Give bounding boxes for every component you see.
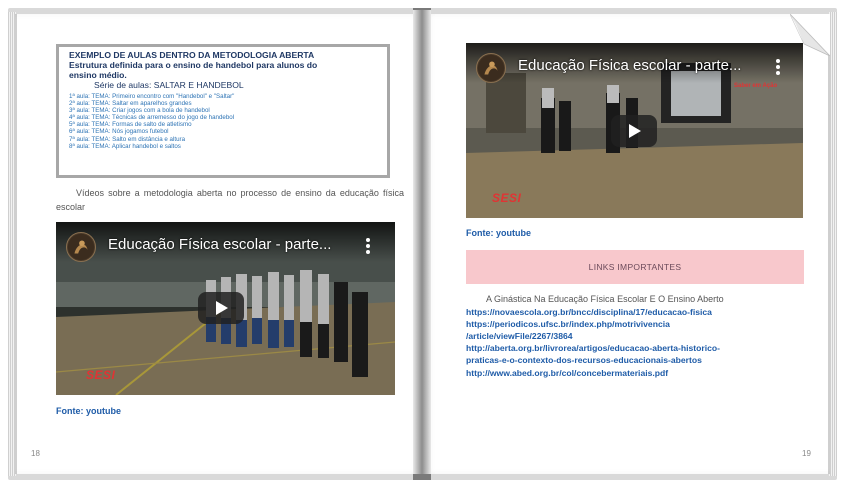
- source-caption-right: Fonte: youtube: [466, 228, 531, 238]
- youtube-video-embed-left[interactable]: Educação Física escolar - parte... SESI: [56, 222, 395, 395]
- links-section: A Ginástica Na Educação Física Escolar E…: [466, 293, 806, 379]
- play-icon: [629, 124, 641, 138]
- play-button[interactable]: [611, 115, 657, 147]
- sesi-logo: SESI: [492, 191, 522, 205]
- lesson-item: 3ª aula: TEMA: Criar jogos com a bola de…: [69, 107, 210, 115]
- more-vertical-icon[interactable]: [773, 57, 783, 77]
- method-box-title: EXEMPLO DE AULAS DENTRO DA METODOLOGIA A…: [69, 50, 315, 60]
- method-box-subtitle-line2: ensino médio.: [69, 70, 127, 80]
- reference-link[interactable]: http://www.abed.org.br/col/concebermater…: [466, 367, 806, 379]
- page-number-right: 19: [802, 449, 811, 458]
- lesson-list: 1ª aula: TEMA: Primeiro encontro com "Ha…: [69, 93, 377, 150]
- channel-avatar-icon[interactable]: [66, 232, 96, 262]
- youtube-video-embed-right[interactable]: Educação Física escolar - parte... Saber…: [466, 43, 803, 218]
- video-title-link[interactable]: Educação Física escolar - parte...: [108, 236, 331, 253]
- channel-avatar-icon[interactable]: [476, 53, 506, 83]
- lesson-item: 8ª aula: TEMA: Aplicar handebol e saltos: [69, 142, 181, 150]
- sesi-logo: SESI: [86, 368, 116, 382]
- reference-link[interactable]: https://novaescola.org.br/bncc/disciplin…: [466, 306, 806, 318]
- lesson-item: 7ª aula: TEMA: Salto em distância e altu…: [69, 135, 186, 143]
- reference-link[interactable]: praticas-e-o-contexto-dos-recursos-educa…: [466, 354, 806, 366]
- links-banner-title: LINKS IMPORTANTES: [588, 262, 682, 272]
- method-box-subtitle-line1: Estrutura definida para o ensino de hand…: [69, 60, 318, 70]
- video-overlay-text: Saber em Ação: [734, 83, 778, 89]
- more-vertical-icon[interactable]: [363, 236, 373, 256]
- play-icon: [216, 301, 228, 315]
- method-box-series: Série de aulas: SALTAR E HANDEBOL: [94, 80, 244, 90]
- flipbook-viewer: EXEMPLO DE AULAS DENTRO DA METODOLOGIA A…: [0, 0, 845, 487]
- reference-link[interactable]: /article/viewFile/2267/3864: [466, 330, 806, 342]
- spine-bottom: [413, 474, 431, 480]
- right-page-edges: [829, 12, 837, 476]
- lesson-item: 5ª aula: TEMA: Formas de salto de atleti…: [69, 121, 192, 129]
- videos-intro-paragraph: Vídeos sobre a metodologia aberta no pro…: [56, 188, 404, 212]
- lesson-item: 4ª aula: TEMA: Técnicas de arremesso do …: [69, 114, 235, 122]
- lesson-item: 2ª aula: TEMA: Saltar em aparelhos grand…: [69, 100, 192, 108]
- links-heading: A Ginástica Na Educação Física Escolar E…: [486, 294, 724, 304]
- page-curl-icon[interactable]: [790, 14, 830, 56]
- book-spine: [413, 10, 431, 478]
- method-lessons-box: EXEMPLO DE AULAS DENTRO DA METODOLOGIA A…: [56, 44, 390, 178]
- reference-link[interactable]: http://aberta.org.br/livrorea/artigos/ed…: [466, 342, 806, 354]
- video-title-link[interactable]: Educação Física escolar - parte...: [518, 57, 741, 74]
- source-caption-left: Fonte: youtube: [56, 406, 121, 416]
- lesson-item: 6ª aula: TEMA: Nós jogamos futebol: [69, 128, 169, 136]
- reference-link[interactable]: https://periodicos.ufsc.br/index.php/mot…: [466, 318, 806, 330]
- play-button[interactable]: [198, 292, 244, 324]
- lesson-item: 1ª aula: TEMA: Primeiro encontro com "Ha…: [69, 93, 235, 100]
- page-number-left: 18: [31, 449, 40, 458]
- links-banner: LINKS IMPORTANTES: [466, 250, 804, 284]
